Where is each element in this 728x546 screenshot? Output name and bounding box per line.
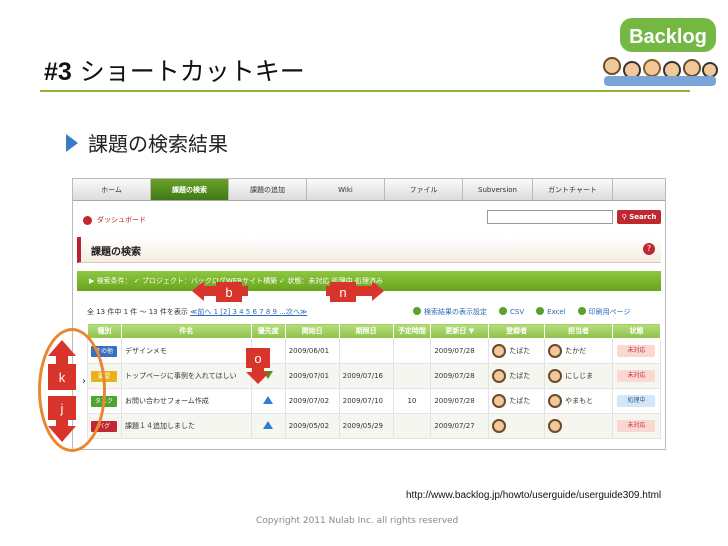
shortcut-key-b: b [216, 282, 242, 302]
shortcut-key-k: k [48, 364, 76, 390]
shortcut-key-j: j [48, 396, 76, 420]
arrow-down-icon [48, 418, 76, 442]
source-url[interactable]: http://www.backlog.jp/howto/userguide/us… [406, 490, 661, 501]
row-cursor-icon: › [82, 376, 86, 387]
arrow-up-icon [48, 340, 76, 364]
copyright: Copyright 2011 Nulab Inc. all rights res… [256, 516, 459, 526]
shortcut-key-o: o [246, 348, 270, 368]
shortcut-key-n: n [330, 282, 356, 302]
shortcut-arrows [48, 281, 384, 442]
